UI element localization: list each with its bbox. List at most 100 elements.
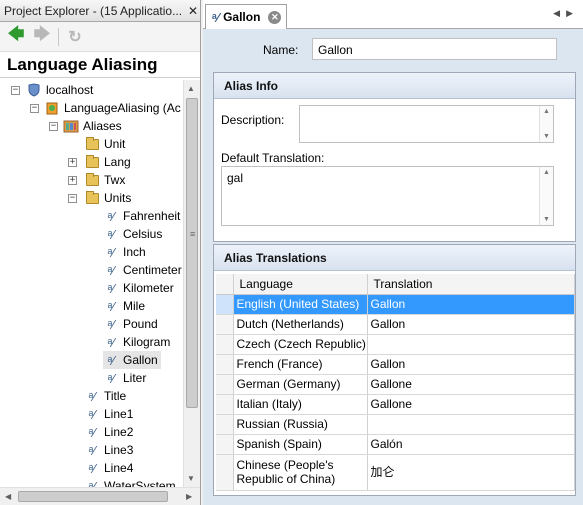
scrollbar-thumb[interactable] <box>18 491 168 502</box>
tree-node-line4[interactable]: ᵃ⁄ Line4 <box>84 459 133 477</box>
refresh-icon[interactable]: ↻ <box>65 27 85 47</box>
scroll-left-icon[interactable]: ◀ <box>5 492 11 501</box>
server-icon <box>26 82 42 98</box>
alias-editor: ᵃ⁄ Gallon ✕ ◀▶ Name: Gallon Alias Info D… <box>203 0 583 505</box>
tab-navigation-icons[interactable]: ◀▶ <box>553 8 579 19</box>
language-cell[interactable]: Chinese (People's Republic of China) <box>233 454 368 491</box>
close-tab-icon[interactable]: ✕ <box>268 10 282 24</box>
language-cell[interactable]: Spanish (Spain) <box>233 434 368 455</box>
translation-cell[interactable]: Gallone <box>367 374 575 395</box>
row-header[interactable] <box>216 334 234 355</box>
table-row[interactable]: French (France) Gallon <box>216 354 575 375</box>
table-row[interactable]: German (Germany) Gallone <box>216 374 575 395</box>
table-row[interactable]: Chinese (People's Republic of China) 加仑 <box>216 454 575 491</box>
forward-arrow-icon[interactable]: 🡆 <box>32 26 52 47</box>
table-row[interactable]: Dutch (Netherlands) Gallon <box>216 314 575 335</box>
scroll-up-icon[interactable]: ▲ <box>187 84 195 93</box>
language-cell[interactable]: Dutch (Netherlands) <box>233 314 368 335</box>
alias-icon: ᵃ⁄ <box>107 208 115 224</box>
language-cell[interactable]: Russian (Russia) <box>233 414 368 435</box>
expand-toggle[interactable]: + <box>68 158 77 167</box>
tree-node-line1[interactable]: ᵃ⁄ Line1 <box>84 405 133 423</box>
editor-tab-bar: ᵃ⁄ Gallon ✕ ◀▶ <box>203 0 583 29</box>
language-cell[interactable]: English (United States) <box>233 294 368 315</box>
translation-cell[interactable]: Gallon <box>367 354 575 375</box>
default-translation-field[interactable]: gal ▲ ▼ <box>221 166 554 226</box>
language-cell[interactable]: German (Germany) <box>233 374 368 395</box>
name-input[interactable]: Gallon <box>312 38 557 60</box>
table-row[interactable]: Spanish (Spain) Galón <box>216 434 575 455</box>
scroll-down-icon[interactable]: ▼ <box>187 474 195 483</box>
tree-vertical-scrollbar[interactable]: ▲ ≡ ▼ <box>183 80 200 487</box>
tree-node-centimeter[interactable]: ᵃ⁄ Centimeter <box>103 261 181 279</box>
tree-node-unit[interactable]: Unit <box>84 135 125 153</box>
description-scrollbar[interactable]: ▲ ▼ <box>539 106 553 142</box>
grip-icon: ≡ <box>190 229 196 239</box>
row-header[interactable] <box>216 374 234 395</box>
tree-node-gallon[interactable]: ᵃ⁄ Gallon <box>103 351 161 369</box>
tree-node-line2[interactable]: ᵃ⁄ Line2 <box>84 423 133 441</box>
table-row[interactable]: Italian (Italy) Gallone <box>216 394 575 415</box>
tree-node-aliases[interactable]: Aliases <box>63 117 122 135</box>
translations-grid: Language Translation English (United Sta… <box>216 274 575 491</box>
tree-node-application[interactable]: LanguageAliasing (Ac <box>44 99 181 117</box>
tree-node-units[interactable]: Units <box>84 189 131 207</box>
row-header[interactable] <box>216 314 234 335</box>
translation-cell[interactable]: Gallon <box>367 294 575 315</box>
tree-node-fahrenheit[interactable]: ᵃ⁄ Fahrenheit <box>103 207 180 225</box>
tree-node-title[interactable]: ᵃ⁄ Title <box>84 387 126 405</box>
tree-node-mile[interactable]: ᵃ⁄ Mile <box>103 297 145 315</box>
table-row[interactable]: Czech (Czech Republic) <box>216 334 575 355</box>
tree-node-label: Mile <box>123 299 146 313</box>
column-header-translation[interactable]: Translation <box>367 274 575 295</box>
expand-toggle[interactable]: + <box>68 176 77 185</box>
tab-label: Gallon <box>223 10 261 24</box>
row-header[interactable] <box>216 294 234 315</box>
tree-horizontal-scrollbar[interactable]: ◀ ▶ <box>0 487 200 505</box>
editor-body: Name: Gallon Alias Info Description: ▲ ▼ … <box>203 29 583 505</box>
row-header[interactable] <box>216 414 234 435</box>
default-translation-scrollbar[interactable]: ▲ ▼ <box>539 167 553 225</box>
collapse-toggle[interactable]: − <box>68 194 77 203</box>
back-arrow-icon[interactable]: 🡄 <box>6 26 26 47</box>
tab-gallon[interactable]: ᵃ⁄ Gallon ✕ <box>205 4 287 29</box>
description-field[interactable]: ▲ ▼ <box>299 105 554 143</box>
scroll-right-icon[interactable]: ▶ <box>186 492 192 501</box>
tree-node-liter[interactable]: ᵃ⁄ Liter <box>103 369 146 387</box>
tree-node-kilometer[interactable]: ᵃ⁄ Kilometer <box>103 279 173 297</box>
scrollbar-thumb[interactable]: ≡ <box>186 98 198 408</box>
table-row[interactable]: English (United States) Gallon <box>216 294 575 315</box>
tree-node-kilogram[interactable]: ᵃ⁄ Kilogram <box>103 333 170 351</box>
collapse-toggle[interactable]: − <box>11 86 20 95</box>
row-header[interactable] <box>216 454 234 491</box>
tree-node-localhost[interactable]: localhost <box>26 81 93 99</box>
tree-node-lang[interactable]: Lang <box>84 153 131 171</box>
language-cell[interactable]: Czech (Czech Republic) <box>233 334 368 355</box>
tree-node-label: Pound <box>123 317 158 331</box>
tree-node-line3[interactable]: ᵃ⁄ Line3 <box>84 441 133 459</box>
collapse-toggle[interactable]: − <box>30 104 39 113</box>
column-header-language[interactable]: Language <box>233 274 368 295</box>
translation-cell[interactable] <box>367 334 575 355</box>
row-header[interactable] <box>216 434 234 455</box>
translation-cell[interactable]: Gallon <box>367 314 575 335</box>
alias-icon: ᵃ⁄ <box>212 9 220 25</box>
language-cell[interactable]: French (France) <box>233 354 368 375</box>
collapse-toggle[interactable]: − <box>49 122 58 131</box>
translation-cell[interactable]: Galón <box>367 434 575 455</box>
table-row[interactable]: Russian (Russia) <box>216 414 575 435</box>
default-translation-label: Default Translation: <box>221 151 325 165</box>
translation-cell[interactable]: 加仑 <box>367 454 575 491</box>
close-icon[interactable]: ✕ <box>186 4 200 18</box>
tree-node-celsius[interactable]: ᵃ⁄ Celsius <box>103 225 162 243</box>
tree-node-label: Kilogram <box>123 335 171 349</box>
row-header[interactable] <box>216 394 234 415</box>
row-header[interactable] <box>216 354 234 375</box>
translation-cell[interactable] <box>367 414 575 435</box>
language-cell[interactable]: Italian (Italy) <box>233 394 368 415</box>
translation-cell[interactable]: Gallone <box>367 394 575 415</box>
tree-node-inch[interactable]: ᵃ⁄ Inch <box>103 243 145 261</box>
tree-node-watersystem[interactable]: ᵃ⁄ WaterSystem <box>84 477 175 488</box>
tree-node-pound[interactable]: ᵃ⁄ Pound <box>103 315 158 333</box>
tree-node-twx[interactable]: Twx <box>84 171 125 189</box>
